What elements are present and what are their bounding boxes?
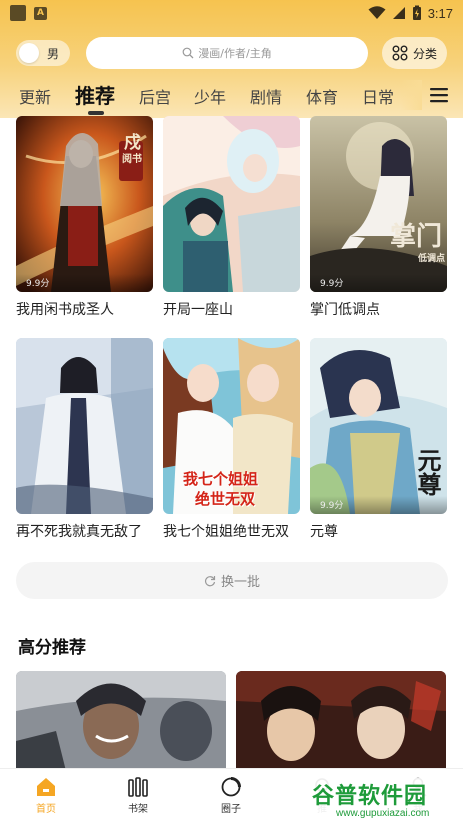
cover-subtitle-art: 绝世无双 xyxy=(195,490,256,508)
cover-art xyxy=(16,671,226,771)
circle-icon xyxy=(221,777,241,797)
battery-icon xyxy=(412,5,421,20)
comic-score: 9.9分 xyxy=(310,496,447,514)
cover-subtitle-art: 低调点 xyxy=(418,254,446,264)
search-icon xyxy=(182,47,194,59)
cover-title-art: 元尊 xyxy=(413,448,442,496)
comic-cover[interactable]: 戍 阅书 9.9分 xyxy=(16,116,153,292)
search-input[interactable]: 漫画/作者/主角 xyxy=(86,37,368,69)
comic-card[interactable]: 开局一座山 xyxy=(163,116,300,319)
nav-label: 书架 xyxy=(128,804,148,815)
signal-icon xyxy=(392,7,405,19)
comic-cover[interactable]: 掌门 低调点 9.9分 xyxy=(310,116,447,292)
cover-subtitle-art: 阅书 xyxy=(122,154,142,165)
comic-card[interactable]: 我七个姐姐 绝世无双 我七个姐姐绝世无双 xyxy=(163,338,300,541)
comic-score: 9.9分 xyxy=(310,274,447,292)
comic-card[interactable]: 再不死我就真无敌了 xyxy=(16,338,153,541)
nav-label: 首页 xyxy=(36,804,56,815)
section-title: 高分推荐 xyxy=(18,638,86,658)
status-time: 3:17 xyxy=(427,5,453,21)
home-icon xyxy=(37,778,55,796)
tab-update[interactable]: 更新 xyxy=(19,84,51,108)
app-notification-icon xyxy=(10,5,26,21)
tab-fade xyxy=(400,80,422,110)
refresh-label: 换一批 xyxy=(220,575,260,590)
tab-plot[interactable]: 剧情 xyxy=(250,84,282,108)
tab-sports[interactable]: 体育 xyxy=(306,84,338,108)
cover-art xyxy=(236,671,446,771)
comic-title[interactable]: 我七个姐姐绝世无双 xyxy=(163,521,300,541)
category-button[interactable]: 分类 xyxy=(382,37,447,69)
tab-active-indicator xyxy=(88,111,104,115)
comic-title[interactable]: 我用闲书成圣人 xyxy=(16,299,153,319)
bookshelf-icon xyxy=(128,777,148,797)
refresh-button[interactable]: 换一批 xyxy=(16,562,448,599)
comic-cover[interactable]: 元尊 9.9分 xyxy=(310,338,447,514)
watermark-url: www.gupuxiazai.com xyxy=(336,808,430,819)
comic-title[interactable]: 开局一座山 xyxy=(163,299,300,319)
comic-card[interactable]: 掌门 低调点 9.9分 掌门低调点 xyxy=(310,116,447,319)
comic-score: 9.9分 xyxy=(16,274,153,292)
category-label: 分类 xyxy=(412,46,437,61)
comic-cover[interactable] xyxy=(16,338,153,514)
comic-cover[interactable] xyxy=(163,116,300,292)
tab-youth[interactable]: 少年 xyxy=(194,84,226,108)
cover-art xyxy=(16,338,153,514)
a-notification-icon: A xyxy=(34,6,47,20)
toggle-knob xyxy=(19,43,39,63)
comic-title[interactable]: 元尊 xyxy=(310,521,447,541)
cover-art xyxy=(310,116,447,292)
high-score-card[interactable] xyxy=(16,671,226,771)
wifi-icon xyxy=(368,6,386,19)
nav-bookshelf[interactable]: 书架 xyxy=(108,777,168,815)
watermark-text: 谷普软件园 xyxy=(312,784,428,809)
nav-home[interactable]: 首页 xyxy=(16,777,76,815)
cover-title-art: 掌门 xyxy=(390,222,443,252)
nav-label: 圈子 xyxy=(221,804,241,815)
search-placeholder: 漫画/作者/主角 xyxy=(198,47,272,60)
cover-art xyxy=(163,116,300,292)
menu-icon[interactable] xyxy=(430,87,448,103)
high-score-card[interactable] xyxy=(236,671,446,771)
comic-cover[interactable]: 我七个姐姐 绝世无双 xyxy=(163,338,300,514)
comic-card[interactable]: 元尊 9.9分 元尊 xyxy=(310,338,447,541)
tab-recommend[interactable]: 推荐 xyxy=(75,80,115,109)
refresh-icon xyxy=(204,575,216,586)
tab-harem[interactable]: 后宫 xyxy=(139,84,171,108)
gender-toggle[interactable]: 男 xyxy=(16,40,70,66)
tab-daily[interactable]: 日常 xyxy=(362,84,394,108)
watermark: 谷普软件园 www.gupuxiazai.com xyxy=(308,778,463,824)
gender-label: 男 xyxy=(47,46,60,61)
comic-title[interactable]: 掌门低调点 xyxy=(310,299,447,319)
cover-title-art: 我七个姐姐 xyxy=(183,470,259,488)
category-grid-icon xyxy=(392,45,408,61)
category-tabs: 更新 推荐 后宫 少年 剧情 体育 日常 xyxy=(0,78,463,118)
comic-title[interactable]: 再不死我就真无敌了 xyxy=(16,521,153,541)
status-bar: A 3:17 xyxy=(0,0,463,26)
search-row: 男 漫画/作者/主角 分类 xyxy=(0,36,463,70)
comic-card[interactable]: 戍 阅书 9.9分 我用闲书成圣人 xyxy=(16,116,153,319)
nav-circle[interactable]: 圈子 xyxy=(201,777,261,815)
